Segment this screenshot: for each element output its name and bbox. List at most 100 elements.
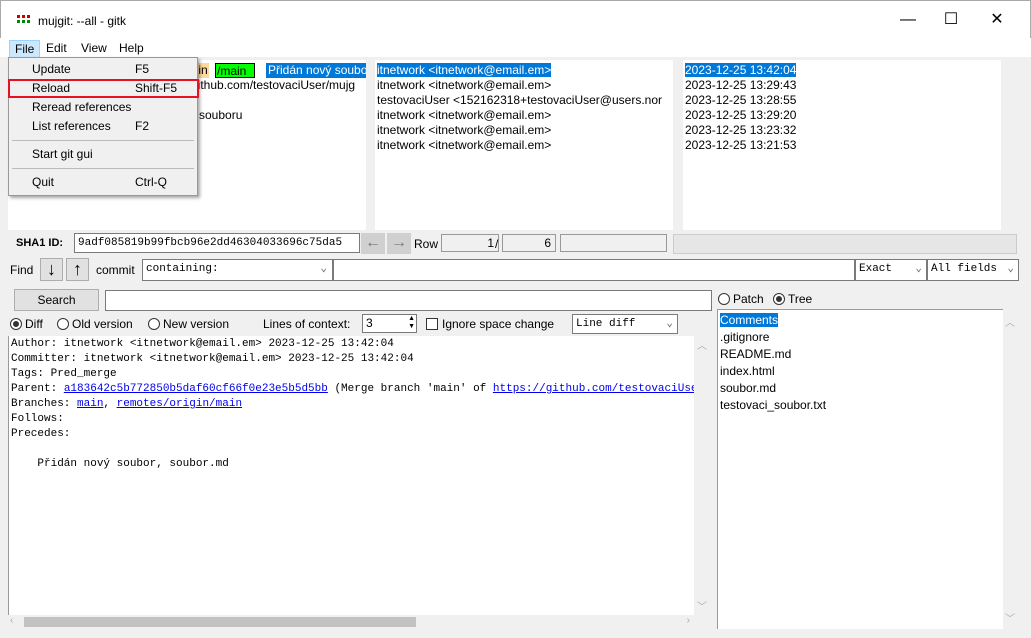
parent-message: (Merge branch 'main' of <box>327 383 493 395</box>
row-label: Row <box>414 237 439 251</box>
date-row-selected[interactable]: 2023-12-25 13:42:04 <box>685 63 797 77</box>
branch-link-remote[interactable]: remotes/origin/main <box>117 398 242 410</box>
new-version-radio[interactable]: New version <box>148 317 229 331</box>
menu-item-reread-references[interactable]: Reread references <box>9 98 197 117</box>
details-horizontal-scrollbar[interactable]: ‹ › <box>8 615 694 629</box>
author-row[interactable]: itnetwork <itnetwork@email.em> <box>377 108 673 123</box>
file-item[interactable]: README.md <box>720 347 1003 362</box>
scroll-left-icon[interactable]: ‹ <box>10 615 13 626</box>
menu-help[interactable]: Help <box>114 40 149 56</box>
branch-link-main[interactable]: main <box>77 398 103 410</box>
file-item[interactable]: .gitignore <box>720 330 1003 345</box>
tree-scrollbar[interactable]: ︿ ﹀ <box>1003 309 1017 629</box>
menu-file[interactable]: File <box>9 40 41 58</box>
author-row[interactable]: itnetwork <itnetwork@email.em> <box>377 123 673 138</box>
commit-label: commit <box>96 263 135 277</box>
find-type-select[interactable]: containing: ⌄ <box>142 259 333 281</box>
match-value: Exact <box>859 263 893 275</box>
radio-icon <box>57 318 69 330</box>
branch-tag[interactable]: /main <box>215 63 256 78</box>
date-row[interactable]: 2023-12-25 13:21:53 <box>685 138 1001 153</box>
menu-item-start-git-gui[interactable]: Start git gui <box>9 145 197 164</box>
author-row[interactable]: itnetwork <itnetwork@email.em> <box>377 138 673 153</box>
minimize-button[interactable]: — <box>893 8 923 32</box>
fields-value: All fields <box>931 263 998 275</box>
fields-select[interactable]: All fields ⌄ <box>927 259 1019 281</box>
parent-url-link[interactable]: https://github.com/testovaciUser/mujgit <box>493 383 694 395</box>
scrollbar-thumb[interactable] <box>24 617 416 627</box>
menu-view[interactable]: View <box>76 40 112 56</box>
tags-line: Tags: Pred_merge <box>11 368 117 380</box>
find-up-arrow-icon[interactable]: ↑ <box>66 258 89 281</box>
file-item-selected[interactable]: Comments <box>720 313 779 327</box>
maximize-button[interactable]: ☐ <box>936 8 966 32</box>
scroll-down-icon[interactable]: ﹀ <box>694 598 710 613</box>
find-down-arrow-icon[interactable]: ↓ <box>40 258 63 281</box>
back-arrow-icon[interactable]: ← <box>361 233 385 254</box>
row-total: 6 <box>502 234 556 252</box>
commit-row-selected[interactable]: Přidán nový soubo <box>266 63 366 78</box>
date-row[interactable]: 2023-12-25 13:23:32 <box>685 123 1001 138</box>
radio-icon <box>718 293 730 305</box>
ignore-space-checkbox[interactable]: Ignore space change <box>426 317 554 331</box>
file-item[interactable]: soubor.md <box>720 381 1003 396</box>
old-version-label: Old version <box>72 317 133 331</box>
follows-line: Follows: <box>11 413 64 425</box>
menu-edit[interactable]: Edit <box>41 40 72 56</box>
date-row[interactable]: 2023-12-25 13:29:43 <box>685 78 1001 93</box>
details-vertical-scrollbar[interactable]: ︿ ﹀ <box>694 336 710 615</box>
chevron-down-icon: ⌄ <box>320 263 327 275</box>
patch-label: Patch <box>733 292 764 306</box>
new-version-label: New version <box>163 317 230 331</box>
date-row[interactable]: 2023-12-25 13:28:55 <box>685 93 1001 108</box>
scroll-up-icon[interactable]: ︿ <box>694 337 710 352</box>
scroll-up-icon[interactable]: ︿ <box>1003 314 1017 329</box>
parent-label: Parent: <box>11 383 64 395</box>
menu-item-reload[interactable]: Reload Shift-F5 <box>8 79 199 98</box>
scroll-down-icon[interactable]: ﹀ <box>1003 610 1017 625</box>
menu-item-update[interactable]: Update F5 <box>9 60 197 79</box>
menu-item-list-references[interactable]: List references F2 <box>9 117 197 136</box>
menu-item-quit[interactable]: Quit Ctrl-Q <box>9 173 197 192</box>
search-button[interactable]: Search <box>14 289 99 311</box>
author-row[interactable]: testovaciUser <152162318+testovaciUser@u… <box>377 93 673 108</box>
find-input[interactable] <box>333 259 855 281</box>
file-item[interactable]: testovaci_soubor.txt <box>720 398 1003 413</box>
diff-label: Diff <box>25 317 43 331</box>
commit-row[interactable]: github.com/testovaciUser/mujg <box>191 78 355 93</box>
author-row-selected[interactable]: itnetwork <itnetwork@email.em> <box>377 63 552 77</box>
patch-radio[interactable]: Patch <box>718 292 764 306</box>
forward-arrow-icon[interactable]: → <box>387 233 411 254</box>
search-input[interactable] <box>105 290 712 311</box>
diff-mode-select[interactable]: Line diff ⌄ <box>572 314 678 334</box>
radio-selected-icon <box>10 318 22 330</box>
commit-list-scrollbar[interactable] <box>1003 60 1017 230</box>
tree-radio[interactable]: Tree <box>773 292 812 306</box>
radio-selected-icon <box>773 293 785 305</box>
author-row[interactable]: itnetwork <itnetwork@email.em> <box>377 78 673 93</box>
file-menu-dropdown: Update F5 Reload Shift-F5 Reread reference… <box>8 57 199 196</box>
file-tree-pane[interactable]: Comments .gitignore README.md index.html… <box>717 309 1003 629</box>
row-separator: / <box>495 237 499 251</box>
file-item[interactable]: index.html <box>720 364 1003 379</box>
old-version-radio[interactable]: Old version <box>57 317 133 331</box>
diff-radio[interactable]: Diff <box>10 317 43 331</box>
parent-sha-link[interactable]: a183642c5b772850b5daf60cf66f0e23e5b5d5bb <box>64 383 328 395</box>
commit-details-text[interactable]: Author: itnetwork <itnetwork@email.em> 2… <box>8 336 694 615</box>
menu-separator <box>12 168 194 169</box>
spinner-arrows-icon[interactable]: ▲ ▼ <box>408 315 415 331</box>
scroll-right-icon[interactable]: › <box>687 615 690 626</box>
date-row[interactable]: 2023-12-25 13:29:20 <box>685 108 1001 123</box>
commit-message: Přidán nový soubor, soubor.md <box>11 458 229 470</box>
date-pane[interactable]: 2023-12-25 13:42:04 2023-12-25 13:29:43 … <box>683 60 1001 230</box>
match-select[interactable]: Exact ⌄ <box>855 259 927 281</box>
radio-icon <box>148 318 160 330</box>
close-button[interactable]: ✕ <box>982 8 1012 32</box>
commit-row[interactable]: souboru <box>199 108 242 123</box>
sha1-field[interactable]: 9adf085819b99fbcb96e2dd46304033696c75da5 <box>74 233 360 253</box>
branches-line: Branches: main, remotes/origin/main <box>11 397 692 412</box>
author-pane[interactable]: itnetwork <itnetwork@email.em> itnetwork… <box>375 60 673 230</box>
context-value: 3 <box>366 316 373 330</box>
pane-splitter[interactable] <box>366 60 375 230</box>
context-spinbox[interactable]: 3 ▲ ▼ <box>362 314 417 333</box>
